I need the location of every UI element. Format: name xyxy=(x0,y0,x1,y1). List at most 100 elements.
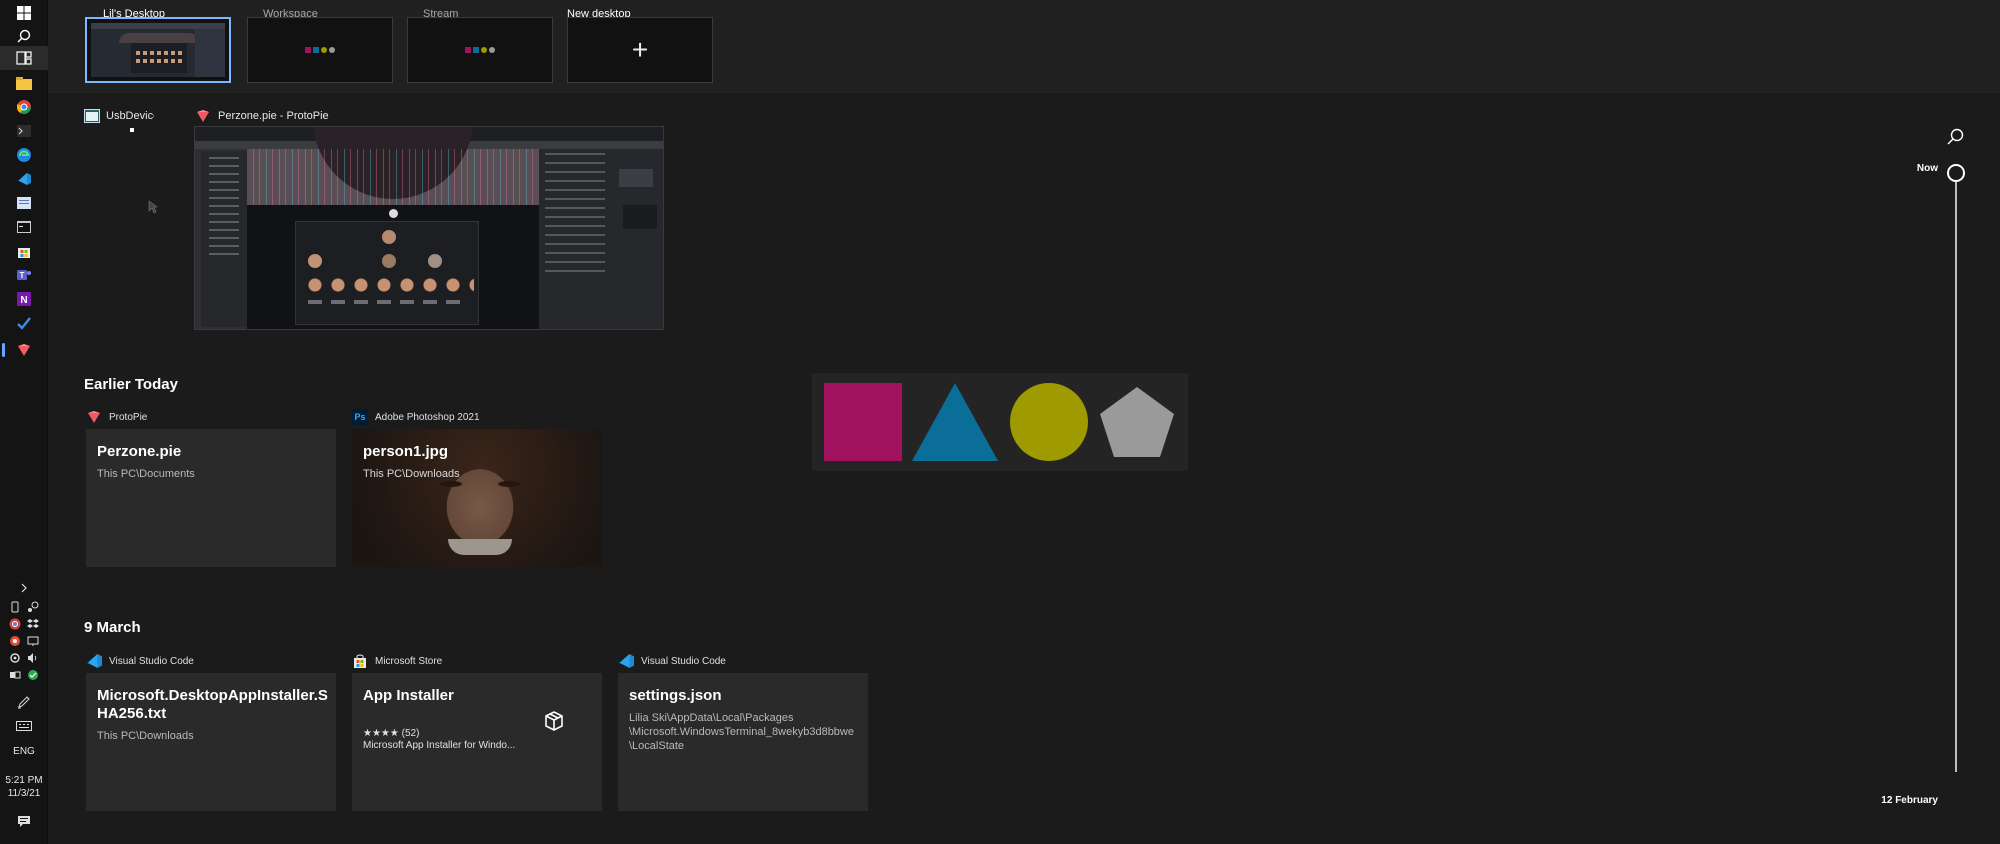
desktop-shapes-preview xyxy=(305,47,335,53)
chevron-up-icon[interactable] xyxy=(14,578,34,598)
card-path-line: \LocalState xyxy=(629,740,685,752)
preview-canvas xyxy=(247,127,539,329)
activity-card-perzone[interactable]: Perzone.pie This PC\Documents xyxy=(86,429,336,567)
magenta-square-shape xyxy=(824,383,902,461)
desktop-thumbnail-workspace[interactable] xyxy=(247,17,393,83)
system-tray xyxy=(8,600,42,682)
file-explorer-icon[interactable] xyxy=(14,73,34,93)
steam-icon[interactable] xyxy=(26,600,40,614)
chrome-tray-icon[interactable] xyxy=(8,617,22,631)
onenote-icon[interactable]: N xyxy=(14,289,34,309)
virtual-desktops-bar: Lil's Desktop Workspace Stream New deskt… xyxy=(48,0,2000,93)
terminal-icon[interactable] xyxy=(14,121,34,141)
notification-icon[interactable] xyxy=(14,811,34,831)
olive-circle-shape xyxy=(1010,383,1088,461)
app-window-icon xyxy=(84,109,100,123)
desktop-thumbnail-stream[interactable] xyxy=(407,17,553,83)
card-subtitle: This PC\Downloads xyxy=(97,730,194,742)
edge-icon[interactable] xyxy=(14,145,34,165)
card-app-label: Microsoft Store xyxy=(352,653,442,669)
protopie-icon xyxy=(86,409,102,425)
card-title: Microsoft.DesktopAppInstaller.SHA256.txt xyxy=(97,687,328,722)
todo-icon[interactable] xyxy=(14,313,34,333)
pen-icon[interactable] xyxy=(14,692,34,712)
card-app-label: Ps Adobe Photoshop 2021 xyxy=(352,409,480,425)
vscode-taskbar-icon[interactable] xyxy=(14,169,34,189)
display-icon[interactable] xyxy=(26,634,40,648)
desktop-preview xyxy=(91,23,225,77)
protopie-taskbar-icon[interactable] xyxy=(14,340,34,360)
timeline-search-icon[interactable] xyxy=(1946,128,1964,151)
keyboard-icon[interactable] xyxy=(14,716,34,736)
card-path-line: \Microsoft.WindowsTerminal_8wekyb3d8bbwe xyxy=(629,726,854,738)
settings-tray-icon[interactable] xyxy=(8,651,22,665)
window-thumbnail-protopie[interactable] xyxy=(194,126,664,330)
svg-text:T: T xyxy=(20,271,25,280)
card-title: person1.jpg xyxy=(363,443,449,460)
taskbar: T N ENG 5:21 PM 11/3/21 xyxy=(0,0,48,844)
timeline-date-label: 12 February xyxy=(1881,795,1938,806)
gray-pentagon-shape xyxy=(1100,387,1174,457)
window-title-text: Perzone.pie - ProtoPie xyxy=(218,110,329,122)
timeline-scrollbar[interactable] xyxy=(1955,178,1957,772)
volume-icon[interactable] xyxy=(26,651,40,665)
new-desktop-button[interactable]: + xyxy=(567,17,713,83)
cursor-icon xyxy=(148,200,158,219)
card-title: Perzone.pie xyxy=(97,443,182,460)
desktop-shapes-preview xyxy=(465,47,495,53)
window-title-protopie[interactable]: Perzone.pie - ProtoPie xyxy=(196,109,329,123)
card-subtitle: This PC\Documents xyxy=(97,468,195,480)
clock-date[interactable]: 11/3/21 xyxy=(0,787,48,800)
section-heading-earlier-today: Earlier Today xyxy=(84,376,178,393)
activity-card-person1[interactable]: person1.jpg This PC\Downloads xyxy=(352,429,602,567)
card-title: settings.json xyxy=(629,687,722,704)
security-icon[interactable] xyxy=(26,668,40,682)
card-app-name: Visual Studio Code xyxy=(641,655,726,667)
windows-start-icon[interactable] xyxy=(14,3,34,23)
window-mini-indicator xyxy=(130,128,134,132)
dropbox-icon[interactable] xyxy=(26,617,40,631)
photoshop-icon: Ps xyxy=(352,409,368,425)
card-app-label: Visual Studio Code xyxy=(618,653,726,669)
card-app-name: ProtoPie xyxy=(109,411,148,423)
preview-right-panel xyxy=(539,149,663,329)
vscode-icon xyxy=(618,653,634,669)
activity-card-appinstaller-txt[interactable]: Microsoft.DesktopAppInstaller.SHA256.txt… xyxy=(86,673,336,811)
plus-icon: + xyxy=(631,34,649,65)
card-title: App Installer xyxy=(363,687,454,704)
card-app-label: Visual Studio Code xyxy=(86,653,194,669)
chrome-icon[interactable] xyxy=(14,97,34,117)
preview-left-panel xyxy=(201,151,247,327)
network-icon[interactable] xyxy=(8,668,22,682)
teams-icon[interactable]: T xyxy=(14,265,34,285)
protopie-icon xyxy=(196,109,212,123)
command-prompt-icon[interactable] xyxy=(14,217,34,237)
app-tray-icon[interactable] xyxy=(8,634,22,648)
shapes-window-preview[interactable] xyxy=(812,373,1188,471)
usb-icon[interactable] xyxy=(8,600,22,614)
vscode-icon xyxy=(86,653,102,669)
activity-card-app-installer[interactable]: App Installer ★★★★ (52) Microsoft App In… xyxy=(352,673,602,811)
language-indicator[interactable]: ENG xyxy=(0,745,48,758)
section-heading-9-march: 9 March xyxy=(84,619,141,636)
card-subtitle: Microsoft App Installer for Windo... xyxy=(363,740,516,751)
svg-text:N: N xyxy=(20,295,27,306)
card-app-name: Visual Studio Code xyxy=(109,655,194,667)
active-app-indicator xyxy=(2,343,5,357)
card-app-name: Adobe Photoshop 2021 xyxy=(375,411,480,423)
microsoft-store-icon xyxy=(352,653,368,669)
card-app-label: ProtoPie xyxy=(86,409,147,425)
clock-time[interactable]: 5:21 PM xyxy=(0,774,48,787)
activity-card-settings-json[interactable]: settings.json Lilia Ski\AppData\Local\Pa… xyxy=(618,673,868,811)
desktop-thumbnail-lils-desktop[interactable] xyxy=(85,17,231,83)
window-title-text: UsbDeviceS xyxy=(106,110,154,122)
card-subtitle: This PC\Downloads xyxy=(363,468,460,480)
card-path-line: Lilia Ski\AppData\Local\Packages xyxy=(629,712,794,724)
photoshop-icon-text: Ps xyxy=(354,412,366,422)
store-taskbar-icon[interactable] xyxy=(14,241,34,261)
notepad-icon[interactable] xyxy=(14,193,34,213)
timeline-handle[interactable] xyxy=(1947,164,1965,182)
search-icon[interactable] xyxy=(14,26,34,46)
window-title-usbdevice[interactable]: UsbDeviceS xyxy=(84,109,154,123)
task-view-icon[interactable] xyxy=(14,48,34,68)
